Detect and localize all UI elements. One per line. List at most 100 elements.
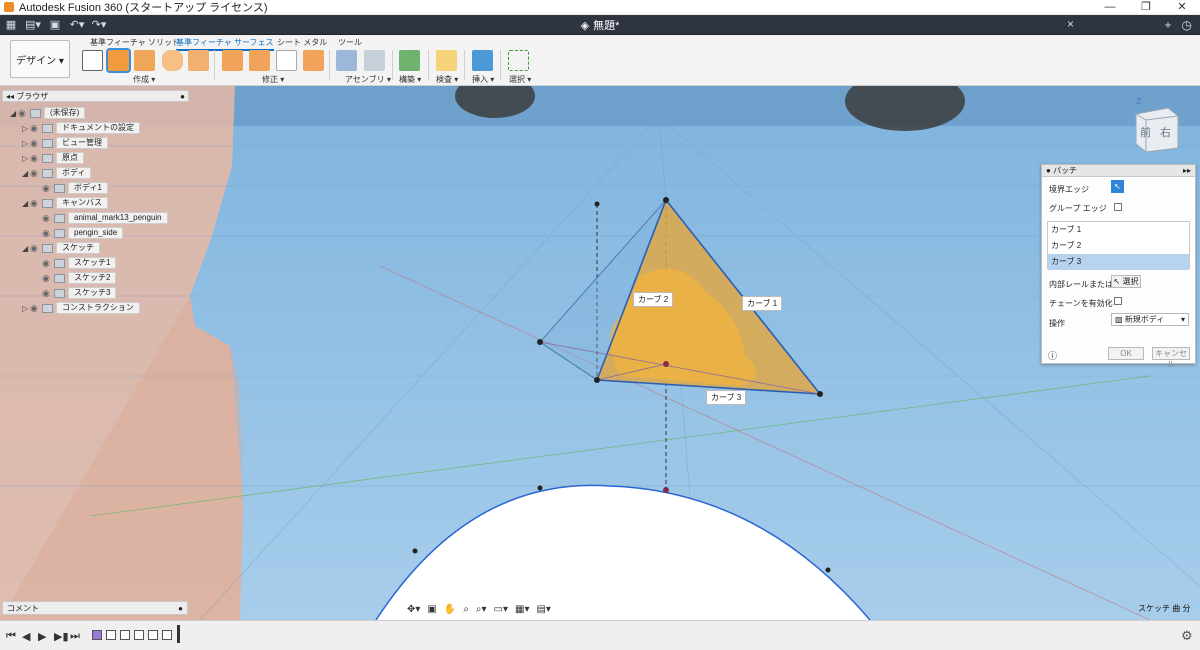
visibility-eye-icon[interactable]: ◉	[42, 273, 54, 284]
go-to-end-icon[interactable]: ⏭	[70, 630, 80, 643]
expand-toggle-icon[interactable]: ▷	[22, 139, 30, 148]
visibility-eye-icon[interactable]: ◉	[30, 243, 42, 254]
delete-face-icon[interactable]	[249, 50, 270, 71]
info-icon[interactable]: ⓘ	[1048, 349, 1057, 362]
minimize-button[interactable]: —	[1092, 0, 1128, 15]
orbit-icon[interactable]: ✥▾	[405, 603, 423, 615]
save-icon[interactable]: ▣	[44, 18, 66, 31]
group-edge-checkbox[interactable]	[1114, 203, 1122, 211]
grid-menu-icon[interactable]: ▦	[0, 18, 22, 31]
list-item[interactable]: カーブ 3	[1048, 254, 1189, 270]
press-pull-icon[interactable]	[303, 50, 324, 71]
expand-toggle-icon[interactable]: ◢	[22, 199, 30, 208]
pin-icon[interactable]: ●	[180, 92, 185, 101]
timeline-marker[interactable]	[177, 625, 180, 643]
browser-row[interactable]: ▷ ◉ ドキュメントの設定	[22, 122, 140, 134]
joint-icon[interactable]	[364, 50, 385, 71]
pan-icon[interactable]: ✋	[441, 603, 459, 615]
chain-checkbox[interactable]	[1114, 297, 1122, 305]
vertex[interactable]	[663, 361, 669, 367]
list-item[interactable]: カーブ 1	[1048, 222, 1189, 238]
patch-dialog-header[interactable]: ● パッチ ▸▸	[1042, 165, 1195, 177]
timeline-feature[interactable]	[92, 630, 102, 640]
file-menu-icon[interactable]: ▤▾	[22, 18, 44, 31]
comment-panel[interactable]: コメント ●	[2, 601, 188, 615]
expand-icon[interactable]: ▸▸	[1183, 166, 1191, 175]
vertex[interactable]	[537, 339, 543, 345]
gear-icon[interactable]: ⚙	[1181, 628, 1193, 644]
visibility-eye-icon[interactable]: ◉	[42, 183, 54, 194]
zoom-icon[interactable]: ⌕	[461, 603, 471, 615]
visibility-eye-icon[interactable]: ◉	[42, 288, 54, 299]
tab-solid[interactable]: 基準フィーチャ ソリッド	[90, 37, 180, 48]
sketch-point[interactable]	[594, 201, 600, 207]
new-component-icon[interactable]	[336, 50, 357, 71]
browser-header[interactable]: ◂◂ ブラウザ ●	[2, 90, 189, 102]
browser-row[interactable]: ◢ ◉ (未保存)	[10, 107, 86, 119]
operation-select[interactable]: ▧ 新規ボディ ▾	[1111, 313, 1189, 326]
timeline-feature[interactable]	[106, 630, 116, 640]
create-sketch-icon[interactable]	[82, 50, 103, 71]
patch-tool-icon[interactable]	[106, 48, 131, 73]
vertex[interactable]	[817, 391, 823, 397]
tab-tools[interactable]: ツール	[338, 37, 362, 48]
comment-pin-icon[interactable]: ●	[178, 604, 183, 613]
extrude-surface-icon[interactable]	[134, 50, 155, 71]
expand-toggle-icon[interactable]: ◢	[10, 109, 18, 118]
group-insert[interactable]: 挿入 ▾	[472, 74, 494, 85]
collapse-icon[interactable]: ◂◂	[6, 92, 16, 101]
browser-row[interactable]: ◉ スケッチ3	[34, 287, 117, 299]
vertex[interactable]	[663, 197, 669, 203]
clock-icon[interactable]: ◷	[1182, 18, 1192, 32]
visibility-eye-icon[interactable]: ◉	[30, 153, 42, 164]
group-assemble[interactable]: アセンブリ ▾	[345, 74, 391, 85]
select-button[interactable]: ↖ 選択	[1111, 275, 1141, 288]
restore-button[interactable]: ❐	[1128, 0, 1164, 15]
browser-row[interactable]: ◢ ◉ キャンバス	[22, 197, 108, 209]
sketch-point[interactable]	[537, 485, 543, 491]
expand-toggle-icon[interactable]: ▷	[22, 154, 30, 163]
visibility-eye-icon[interactable]: ◉	[30, 303, 42, 314]
sketch-point[interactable]	[412, 548, 418, 554]
sketch-point[interactable]	[825, 567, 831, 573]
revolve-surface-icon[interactable]	[162, 50, 183, 71]
expand-toggle-icon[interactable]: ◢	[22, 169, 30, 178]
sweep-surface-icon[interactable]	[188, 50, 209, 71]
browser-row[interactable]: ◢ ◉ ボディ	[22, 167, 92, 179]
browser-row[interactable]: ◉ pengin_side	[34, 227, 124, 239]
look-at-icon[interactable]: ▣	[425, 603, 439, 615]
split-icon[interactable]	[276, 50, 297, 71]
trim-icon[interactable]	[222, 50, 243, 71]
group-modify[interactable]: 修正 ▾	[262, 74, 284, 85]
play-icon[interactable]: ▶	[38, 630, 46, 643]
visibility-eye-icon[interactable]: ◉	[30, 168, 42, 179]
new-tab-icon[interactable]: +	[1165, 18, 1172, 32]
step-forward-icon[interactable]: ▶▮	[54, 630, 69, 643]
go-to-start-icon[interactable]: ⏮	[6, 630, 16, 643]
cancel-button[interactable]: キャンセル	[1152, 347, 1190, 369]
vertex[interactable]	[594, 377, 600, 383]
tab-surface[interactable]: 基準フィーチャ サーフェス	[176, 37, 274, 51]
measure-icon[interactable]	[436, 50, 457, 71]
browser-row[interactable]: ▷ ◉ ビュー管理	[22, 137, 108, 149]
workspace-switcher[interactable]: デザイン ▾	[10, 40, 70, 78]
group-construct[interactable]: 構築 ▾	[399, 74, 421, 85]
browser-row[interactable]: ◉ ボディ1	[34, 182, 108, 194]
list-item[interactable]: カーブ 2	[1048, 238, 1189, 254]
select-icon[interactable]	[508, 50, 529, 71]
browser-row[interactable]: ◉ スケッチ2	[34, 272, 117, 284]
undo-icon[interactable]: ↶▾	[66, 18, 88, 31]
tab-close-icon[interactable]: ×	[1067, 17, 1074, 31]
visibility-eye-icon[interactable]: ◉	[42, 213, 54, 224]
timeline-feature[interactable]	[120, 630, 130, 640]
close-window-button[interactable]: ✕	[1164, 0, 1200, 15]
visibility-eye-icon[interactable]: ◉	[30, 138, 42, 149]
viewports-icon[interactable]: ▤▾	[534, 603, 553, 615]
timeline-feature[interactable]	[148, 630, 158, 640]
fit-icon[interactable]: ⌕▾	[473, 603, 489, 615]
browser-row[interactable]: ◢ ◉ スケッチ	[22, 242, 100, 254]
visibility-eye-icon[interactable]: ◉	[42, 228, 54, 239]
ok-button[interactable]: OK	[1108, 347, 1144, 360]
expand-toggle-icon[interactable]: ▷	[22, 304, 30, 313]
tab-sheet-metal[interactable]: シート メタル	[277, 37, 327, 48]
